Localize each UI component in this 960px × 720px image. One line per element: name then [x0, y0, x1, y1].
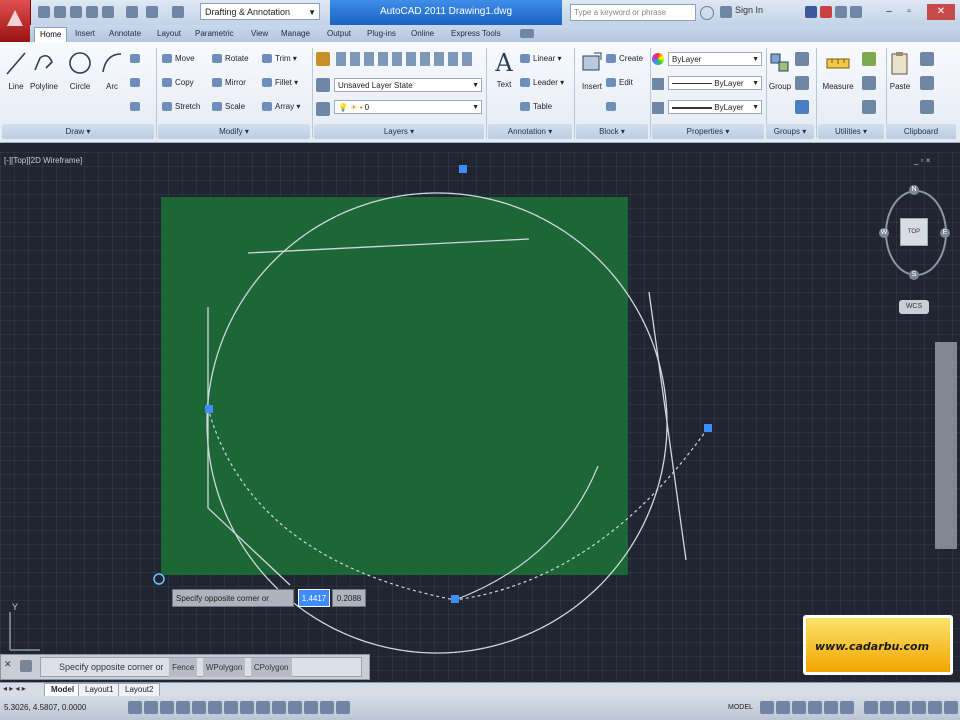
dynamic-input-value-x[interactable]: 1.4417 [298, 589, 330, 607]
pan-icon[interactable] [792, 701, 806, 714]
dynamic-input-prompt: Specify opposite corner or [172, 589, 294, 607]
annotation-scale-icon[interactable] [864, 701, 878, 714]
command-prompt-text: Specify opposite corner or [59, 662, 164, 672]
dynamic-input-value-y[interactable]: 0.2088 [332, 589, 366, 607]
grip-bottom[interactable] [451, 595, 459, 603]
lock-icon[interactable] [896, 701, 910, 714]
grip-left[interactable] [205, 405, 213, 413]
grip-right[interactable] [704, 424, 712, 432]
compass-north[interactable]: N [909, 185, 919, 195]
tab-model[interactable]: Model [44, 683, 82, 696]
hardware-acceleration-icon[interactable] [912, 701, 926, 714]
option-wpolygon[interactable]: WPolygon [202, 658, 246, 677]
object-snap-icon[interactable] [208, 701, 222, 714]
close-command-line-button[interactable]: ✕ [4, 659, 12, 670]
command-input[interactable]: Specify opposite corner or Fence WPolygo… [40, 657, 362, 677]
transparency-icon[interactable] [304, 701, 318, 714]
viewcube[interactable]: TOP [900, 218, 928, 246]
option-fence[interactable]: Fence [169, 658, 198, 677]
snap-mode-icon[interactable] [144, 701, 158, 714]
model-space-label[interactable]: MODEL [728, 704, 753, 711]
tab-layout2[interactable]: Layout2 [118, 683, 161, 696]
selection-cycling-icon[interactable] [336, 701, 350, 714]
layout-nav-arrows[interactable]: ◂ ▸ ◂ ▸ [3, 684, 26, 693]
ortho-mode-icon[interactable] [176, 701, 190, 714]
showmotion-icon[interactable] [840, 701, 854, 714]
quick-view-layouts-icon[interactable] [760, 701, 774, 714]
option-cpolygon[interactable]: CPolygon [250, 658, 292, 677]
site-logo-text: www.cadarbu.com [815, 640, 930, 653]
tangent-line-right [648, 291, 687, 561]
navigation-bar[interactable] [935, 342, 957, 549]
zoom-icon[interactable] [808, 701, 822, 714]
polar-tracking-icon[interactable] [192, 701, 206, 714]
wcs-menu[interactable]: WCS [899, 300, 929, 314]
quick-view-drawings-icon[interactable] [776, 701, 790, 714]
compass-east[interactable]: E [940, 228, 950, 238]
lineweight-icon[interactable] [288, 701, 302, 714]
ucs-y-label: Y [12, 602, 18, 612]
dynamic-ucs-icon[interactable] [256, 701, 270, 714]
workspace-switching-icon[interactable] [880, 701, 894, 714]
coordinate-readout[interactable]: 5.3026, 4.5807, 0.0000 [4, 703, 86, 712]
command-settings-icon[interactable] [20, 660, 32, 672]
steering-wheel-icon[interactable] [824, 701, 838, 714]
isolate-objects-icon[interactable] [928, 701, 942, 714]
infer-constraints-icon[interactable] [128, 701, 142, 714]
compass-south[interactable]: S [909, 270, 919, 280]
object-snap-tracking-icon[interactable] [240, 701, 254, 714]
grid-display-icon[interactable] [160, 701, 174, 714]
cursor-icon [153, 573, 165, 585]
grip-top[interactable] [459, 165, 467, 173]
3d-object-snap-icon[interactable] [224, 701, 238, 714]
dynamic-input-icon[interactable] [272, 701, 286, 714]
quick-properties-icon[interactable] [320, 701, 334, 714]
drawing-geometry: Y [9, 192, 709, 654]
clean-screen-icon[interactable] [944, 701, 958, 714]
tab-layout1[interactable]: Layout1 [78, 683, 121, 696]
compass-west[interactable]: W [879, 228, 889, 238]
selection-window [161, 197, 628, 575]
